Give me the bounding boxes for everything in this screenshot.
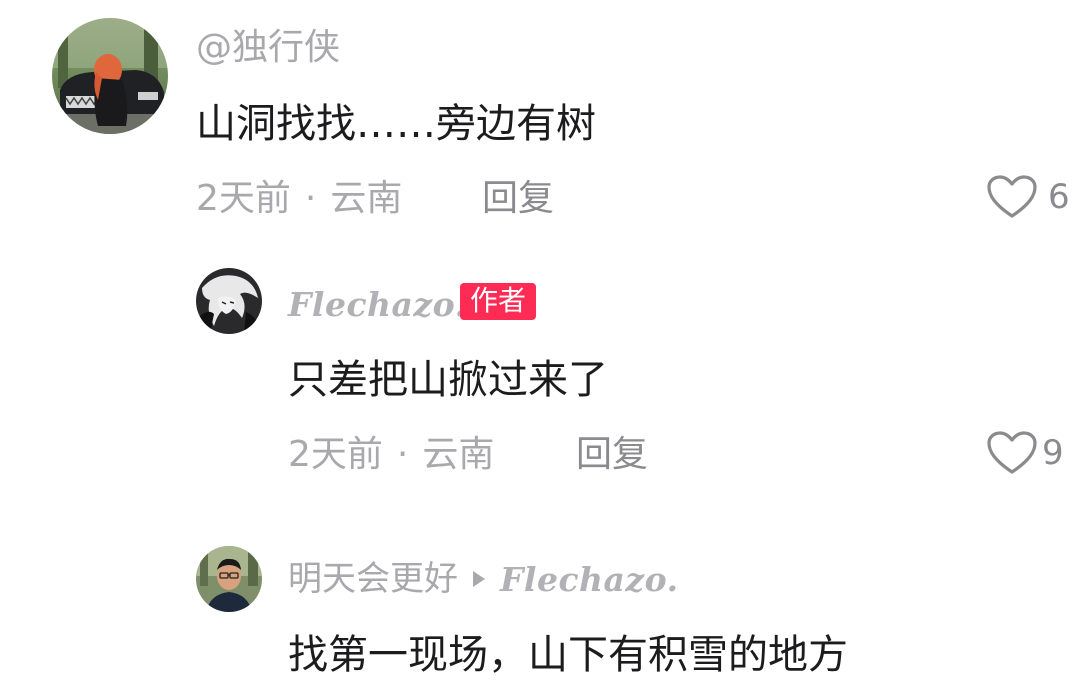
- comment-username[interactable]: 明天会更好: [288, 562, 458, 596]
- reply-to-username[interactable]: Flechazo.: [500, 563, 679, 596]
- avatar[interactable]: [196, 546, 262, 612]
- man-portrait-avatar-icon: [196, 546, 262, 612]
- comment-thread: @独行侠 山洞找找……旁边有树 2天前·云南 回复 6 Flechazo.: [0, 0, 1082, 690]
- comment-item: 明天会更好 Flechazo. 找第一现场，山下有积雪的地方: [0, 0, 1082, 690]
- reply-arrow-icon: [470, 562, 488, 596]
- comment-text: 找第一现场，山下有积雪的地方: [288, 632, 848, 678]
- comment-username-row: 明天会更好 Flechazo.: [288, 562, 679, 596]
